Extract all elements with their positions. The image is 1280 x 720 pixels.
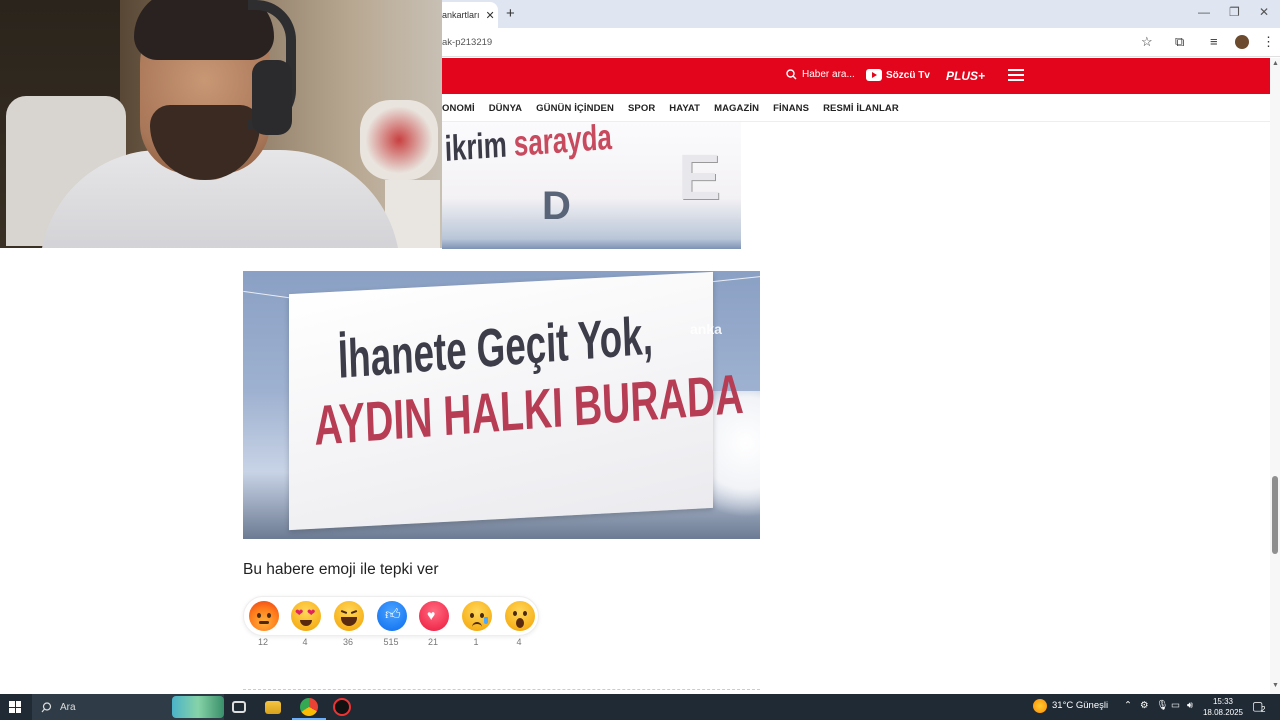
clock-time: 15:33 <box>1212 697 1234 706</box>
extensions-icon[interactable]: ⧉ <box>1175 34 1184 50</box>
tray-app-icon[interactable]: ⚙ <box>1140 700 1149 711</box>
new-tab-button[interactable]: + <box>506 5 515 22</box>
article-image-2: İhanete Geçit Yok, AYDIN HALKI BURADA an… <box>243 271 760 539</box>
windows-taskbar: Ara 31°C Güneşli ⌃ ⚙ 🎙︎ ▭ 🔊︎ 15:33 18.08… <box>0 694 1280 720</box>
thumbs-up-icon[interactable]: 👍︎ <box>377 601 407 631</box>
reaction-count-like: 515 <box>383 637 399 647</box>
weather-icon[interactable] <box>1033 699 1047 713</box>
bookmark-star-icon[interactable]: ☆ <box>1141 34 1153 50</box>
chrome-icon[interactable] <box>300 698 318 716</box>
notification-center-icon[interactable]: ▢ 2 <box>1252 699 1270 715</box>
url-field[interactable]: ak-p213219 <box>442 37 492 48</box>
browser-menu-icon[interactable]: ⋮ <box>1262 34 1275 50</box>
nav-item-hayat[interactable]: HAYAT <box>669 103 700 114</box>
file-explorer-icon[interactable] <box>265 701 281 714</box>
weather-text[interactable]: 31°C Güneşli <box>1052 700 1108 711</box>
reaction-bar: ❤ ❤ 👍︎ ♥ <box>243 596 539 636</box>
notification-count: 2 <box>1261 705 1266 714</box>
plus-link[interactable]: PLUS+ <box>946 69 985 83</box>
article-image-1: ikrim sarayda E D <box>442 122 741 249</box>
search-label: Haber ara... <box>802 69 855 80</box>
webcam-background-object <box>360 100 438 180</box>
nav-item-gunun-icinden[interactable]: GÜNÜN İÇİNDEN <box>536 103 614 114</box>
restore-icon[interactable]: ❐ <box>1229 5 1240 19</box>
taskbar-search-placeholder: Ara <box>60 701 76 713</box>
image1-sign-letter: E <box>678 141 721 213</box>
scroll-up-icon[interactable]: ▲ <box>1272 60 1279 67</box>
minimize-icon[interactable]: — <box>1198 5 1210 19</box>
reaction-count-laughing: 36 <box>342 637 353 647</box>
task-view-icon[interactable] <box>232 701 246 713</box>
nav-item-ekonomi[interactable]: ONOMİ <box>442 103 475 114</box>
hamburger-menu-icon[interactable] <box>1008 69 1024 84</box>
close-window-icon[interactable]: ✕ <box>1259 5 1269 19</box>
volume-icon[interactable]: 🔊︎ <box>1187 700 1193 711</box>
tray-overflow-icon[interactable]: ⌃ <box>1124 700 1132 711</box>
tab-title: ankartları <box>442 10 480 20</box>
category-nav: ONOMİ DÜNYA GÜNÜN İÇİNDEN SPOR HAYAT MAG… <box>442 95 1270 122</box>
laughing-face-icon[interactable] <box>334 601 364 631</box>
windows-start-icon[interactable] <box>9 701 21 713</box>
page-scrollbar[interactable]: ▲ ▼ <box>1270 58 1280 694</box>
close-tab-icon[interactable]: ✕ <box>486 9 495 22</box>
nav-item-resmi-ilanlar[interactable]: RESMİ İLANLAR <box>823 103 899 114</box>
site-search[interactable]: Haber ara... <box>786 69 855 80</box>
browser-tab[interactable]: ankartları ✕ <box>436 2 498 28</box>
reaction-title: Bu habere emoji ile tepki ver <box>243 561 439 578</box>
sad-face-icon[interactable] <box>462 601 492 631</box>
reaction-count-angry: 12 <box>257 637 268 647</box>
heart-eyes-icon[interactable]: ❤ ❤ <box>291 601 321 631</box>
microphone-icon[interactable]: 🎙︎ <box>1156 700 1168 711</box>
search-icon <box>786 69 797 80</box>
taskbar-search-icon <box>41 701 52 712</box>
section-divider <box>243 689 760 690</box>
image1-sign-letter: D <box>542 184 571 228</box>
system-clock[interactable]: 15:33 18.08.2025 <box>1202 696 1244 718</box>
scroll-down-icon[interactable]: ▼ <box>1272 682 1279 689</box>
sozcu-tv-link[interactable]: Sözcü Tv <box>866 69 930 81</box>
heart-icon[interactable]: ♥ <box>419 601 449 631</box>
obs-icon[interactable] <box>333 698 351 716</box>
screen: ankartları ✕ + — ❐ ✕ ak-p213219 ☆ ⧉ ≡ ⋮ … <box>0 0 1280 720</box>
webcam-overlay <box>0 0 442 248</box>
media-control-icon[interactable]: ≡ <box>1210 34 1218 49</box>
nav-item-spor[interactable]: SPOR <box>628 103 655 114</box>
reaction-count-surprised: 4 <box>516 637 522 647</box>
reaction-count-sad: 1 <box>473 637 479 647</box>
reaction-count-love: 21 <box>427 637 438 647</box>
scrollbar-thumb[interactable] <box>1272 476 1278 554</box>
nav-item-magazin[interactable]: MAGAZİN <box>714 103 759 114</box>
tv-label: Sözcü Tv <box>886 69 930 81</box>
youtube-icon <box>866 69 882 81</box>
image2-watermark: anka <box>690 321 722 337</box>
search-highlight-image[interactable] <box>172 696 224 718</box>
reaction-count-heart-eyes: 4 <box>302 637 308 647</box>
network-icon[interactable]: ▭ <box>1171 700 1180 711</box>
nav-item-finans[interactable]: FİNANS <box>773 103 809 114</box>
image1-caption: ikrim sarayda <box>444 122 613 169</box>
surprised-face-icon[interactable] <box>505 601 535 631</box>
clock-date: 18.08.2025 <box>1202 708 1244 717</box>
angry-face-icon[interactable] <box>249 601 279 631</box>
nav-item-dunya[interactable]: DÜNYA <box>489 103 522 114</box>
profile-avatar[interactable] <box>1235 35 1249 49</box>
